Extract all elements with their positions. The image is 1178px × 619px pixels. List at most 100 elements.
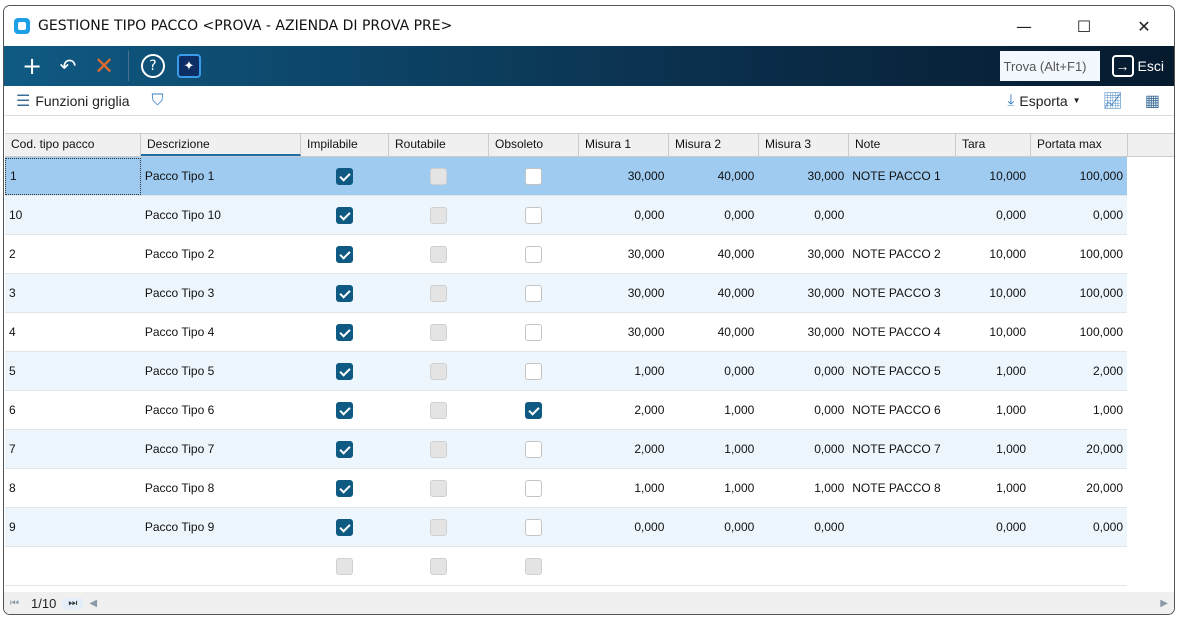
- cell-portata[interactable]: 1,000: [1030, 403, 1127, 417]
- cell-desc[interactable]: Pacco Tipo 3: [141, 286, 301, 300]
- cell-portata[interactable]: 2,000: [1030, 364, 1127, 378]
- checkbox-cell[interactable]: [489, 362, 579, 380]
- checkbox-cell[interactable]: [489, 401, 579, 419]
- checkbox-cell[interactable]: [301, 479, 389, 497]
- cell-m1[interactable]: 0,000: [578, 208, 668, 222]
- add-icon[interactable]: +: [14, 50, 50, 82]
- last-page-icon[interactable]: ⏭: [62, 597, 84, 609]
- cell-tara[interactable]: 1,000: [955, 481, 1030, 495]
- cell-m3[interactable]: 30,000: [758, 325, 848, 339]
- table-row[interactable]: 5 Pacco Tipo 5 1,000 0,000 0,000 NOTE PACCO 5…: [5, 352, 1127, 391]
- cell-note[interactable]: NOTE PACCO 4: [848, 325, 955, 339]
- cell-portata[interactable]: 20,000: [1030, 442, 1127, 456]
- cell-m2[interactable]: 1,000: [668, 442, 758, 456]
- checkbox-obs[interactable]: [525, 206, 543, 224]
- cell-desc[interactable]: Pacco Tipo 4: [141, 325, 301, 339]
- cell-m2[interactable]: 1,000: [668, 481, 758, 495]
- checkbox-cell[interactable]: [301, 284, 389, 302]
- table-row[interactable]: 3 Pacco Tipo 3 30,000 40,000 30,000 NOTE PACC…: [5, 274, 1127, 313]
- grid-layout-icon[interactable]: ▦: [1145, 91, 1160, 111]
- cell-m3[interactable]: 30,000: [758, 169, 848, 183]
- checkbox-imp[interactable]: [336, 362, 354, 380]
- checkbox-cell[interactable]: [489, 167, 579, 185]
- ai-assistant-icon[interactable]: ✦: [171, 50, 207, 82]
- cell-note[interactable]: NOTE PACCO 3: [848, 286, 955, 300]
- checkbox-imp[interactable]: [336, 557, 354, 575]
- checkbox-obs[interactable]: [525, 557, 543, 575]
- checkbox-cell[interactable]: [301, 167, 389, 185]
- table-row[interactable]: [5, 547, 1127, 586]
- column-header[interactable]: Cod. tipo pacco: [5, 134, 141, 156]
- cell-tara[interactable]: 1,000: [955, 442, 1030, 456]
- checkbox-cell[interactable]: [301, 245, 389, 263]
- cell-m1[interactable]: 0,000: [578, 520, 668, 534]
- cell-note[interactable]: NOTE PACCO 7: [848, 442, 955, 456]
- checkbox-imp[interactable]: [336, 167, 354, 185]
- checkbox-cell[interactable]: [389, 479, 489, 497]
- cell-m2[interactable]: 0,000: [668, 364, 758, 378]
- cell-m2[interactable]: 40,000: [668, 247, 758, 261]
- cell-cod[interactable]: 3: [5, 286, 141, 300]
- cell-tara[interactable]: 10,000: [955, 247, 1030, 261]
- checkbox-cell[interactable]: [389, 245, 489, 263]
- checkbox-obs[interactable]: [525, 284, 543, 302]
- table-row[interactable]: 6 Pacco Tipo 6 2,000 1,000 0,000 NOTE PACCO 6…: [5, 391, 1127, 430]
- cell-m3[interactable]: 0,000: [758, 403, 848, 417]
- help-icon[interactable]: ?: [135, 50, 171, 82]
- table-row[interactable]: 2 Pacco Tipo 2 30,000 40,000 30,000 NOTE PACC…: [5, 235, 1127, 274]
- checkbox-imp[interactable]: [336, 479, 354, 497]
- export-button[interactable]: ⤓ Esporta ▼: [1007, 92, 1080, 110]
- cell-m1[interactable]: 30,000: [578, 169, 668, 183]
- cell-m2[interactable]: 40,000: [668, 169, 758, 183]
- checkbox-cell[interactable]: [489, 518, 579, 536]
- checkbox-cell[interactable]: [389, 362, 489, 380]
- cell-m3[interactable]: 0,000: [758, 208, 848, 222]
- cell-cod[interactable]: 7: [5, 442, 141, 456]
- column-header[interactable]: Misura 1: [579, 134, 669, 156]
- cell-tara[interactable]: 1,000: [955, 403, 1030, 417]
- cell-m1[interactable]: 30,000: [578, 325, 668, 339]
- cell-m3[interactable]: 30,000: [758, 286, 848, 300]
- checkbox-rout[interactable]: [430, 440, 448, 458]
- cell-desc[interactable]: Pacco Tipo 8: [141, 481, 301, 495]
- checkbox-obs[interactable]: [525, 479, 543, 497]
- cell-m2[interactable]: 40,000: [668, 325, 758, 339]
- checkbox-rout[interactable]: [430, 206, 448, 224]
- cell-tara[interactable]: 10,000: [955, 325, 1030, 339]
- cell-desc[interactable]: Pacco Tipo 2: [141, 247, 301, 261]
- checkbox-rout[interactable]: [430, 401, 448, 419]
- checkbox-cell[interactable]: [489, 323, 579, 341]
- column-header[interactable]: Obsoleto: [489, 134, 579, 156]
- cell-portata[interactable]: 100,000: [1030, 325, 1127, 339]
- checkbox-cell[interactable]: [489, 440, 579, 458]
- first-page-icon[interactable]: ⏮: [4, 598, 25, 609]
- checkbox-cell[interactable]: [301, 440, 389, 458]
- checkbox-cell[interactable]: [301, 362, 389, 380]
- scroll-right-icon[interactable]: ▶: [1154, 598, 1174, 609]
- checkbox-cell[interactable]: [489, 284, 579, 302]
- checkbox-imp[interactable]: [336, 323, 354, 341]
- table-row[interactable]: 10 Pacco Tipo 10 0,000 0,000 0,000 0,000 0,000: [5, 196, 1127, 235]
- checkbox-cell[interactable]: [489, 206, 579, 224]
- checkbox-cell[interactable]: [301, 206, 389, 224]
- close-button[interactable]: ✕: [1114, 17, 1174, 36]
- checkbox-rout[interactable]: [430, 362, 448, 380]
- checkbox-rout[interactable]: [430, 323, 448, 341]
- cell-portata[interactable]: 20,000: [1030, 481, 1127, 495]
- cell-desc[interactable]: Pacco Tipo 5: [141, 364, 301, 378]
- checkbox-obs[interactable]: [525, 245, 543, 263]
- cell-cod[interactable]: 2: [5, 247, 141, 261]
- cell-desc[interactable]: Pacco Tipo 7: [141, 442, 301, 456]
- cell-m2[interactable]: 40,000: [668, 286, 758, 300]
- checkbox-rout[interactable]: [430, 167, 448, 185]
- cell-cod[interactable]: 8: [5, 481, 141, 495]
- checkbox-cell[interactable]: [389, 518, 489, 536]
- cell-tara[interactable]: 10,000: [955, 169, 1030, 183]
- cell-desc[interactable]: Pacco Tipo 1: [141, 169, 301, 183]
- cell-portata[interactable]: 0,000: [1030, 520, 1127, 534]
- chart-icon[interactable]: 📈︎: [1103, 91, 1123, 111]
- undo-icon[interactable]: ↶: [50, 50, 86, 82]
- checkbox-cell[interactable]: [301, 557, 389, 575]
- checkbox-cell[interactable]: [389, 557, 489, 575]
- find-input[interactable]: Trova (Alt+F1): [999, 51, 1100, 81]
